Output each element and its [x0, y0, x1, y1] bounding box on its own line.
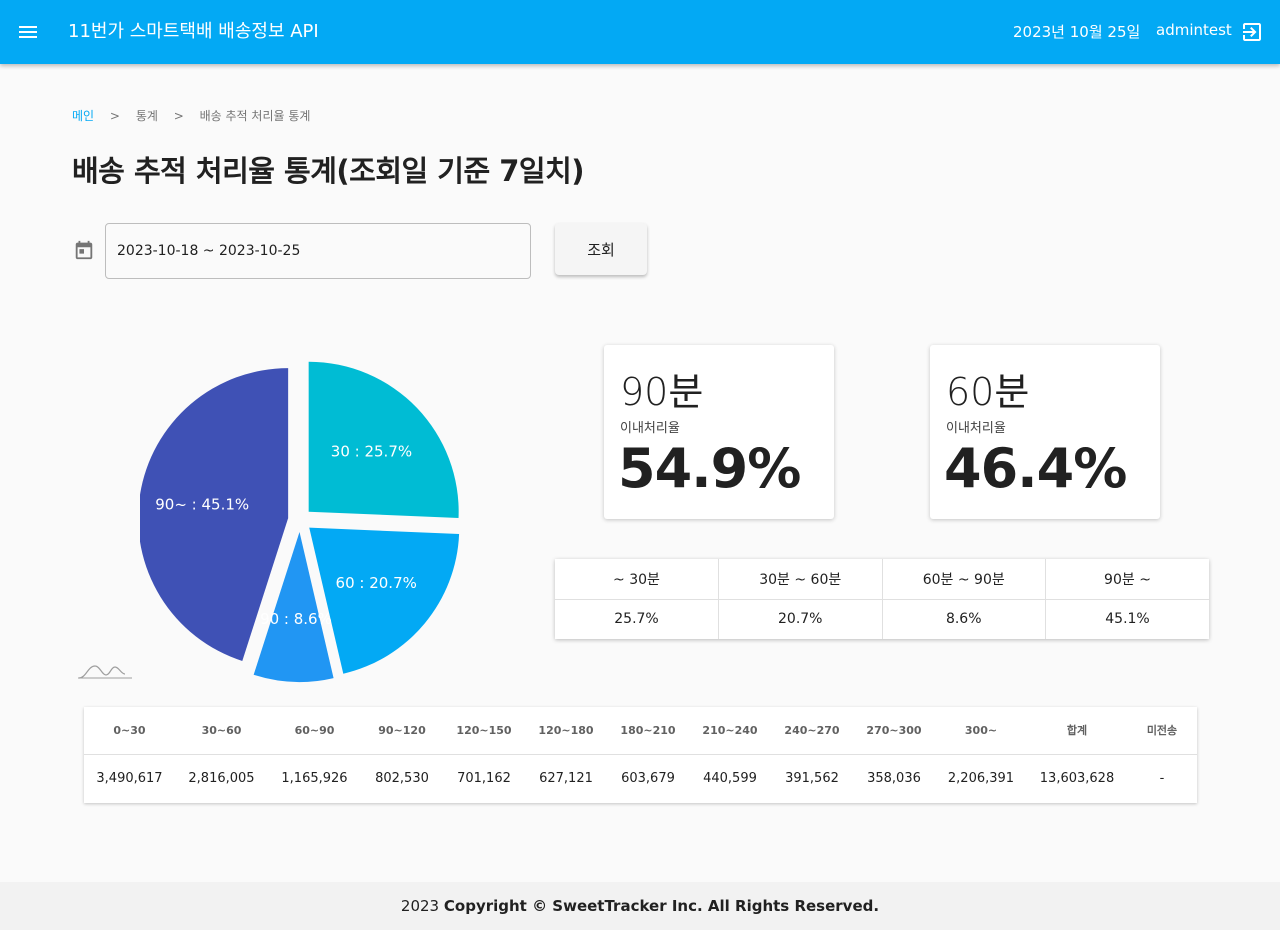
- header-date: 2023년 10월 25일: [1013, 23, 1141, 41]
- breadcrumb-stats: 통계: [135, 109, 158, 123]
- column-header: 60~90: [268, 707, 361, 755]
- table-header-row: ~ 30분 30분 ~ 60분 60분 ~ 90분 90분 ~: [555, 559, 1209, 600]
- table-cell: 603,679: [621, 771, 675, 787]
- range-value: 45.1%: [1105, 611, 1150, 628]
- table-cell: -: [1159, 771, 1165, 787]
- card-subtitle: 이내처리율: [620, 421, 680, 436]
- table-cell: 358,036: [867, 771, 921, 787]
- card-subtitle: 이내처리율: [946, 421, 1006, 436]
- table-cell: 13,603,628: [1039, 771, 1115, 787]
- app-bar: 11번가 스마트택배 배송정보 API 2023년 10월 25일 admint…: [0, 0, 1280, 64]
- pie-slice-label: 90 : 8.6%: [260, 610, 332, 628]
- range-rate-table: ~ 30분 30분 ~ 60분 60분 ~ 90분 90분 ~ 25.7% 20…: [555, 559, 1209, 639]
- delivery-stats-table: 0~30 30~60 60~90 90~120 120~150 120~180 …: [84, 707, 1197, 803]
- column-header: 120~180: [525, 707, 607, 755]
- pie-slice[interactable]: [309, 527, 460, 674]
- card-percent: 54.9%: [618, 437, 801, 500]
- date-range-input[interactable]: [105, 223, 531, 279]
- calendar-icon[interactable]: [73, 239, 95, 261]
- card-minutes: 60분: [946, 370, 1030, 414]
- table-cell: 391,562: [785, 771, 839, 787]
- pie-chart: 30 : 25.7% 60 : 20.7%90 : 8.6% 90~ : 45.1%: [140, 361, 460, 682]
- breadcrumb: 메인 > 통계 > 배송 추적 처리율 통계: [72, 107, 310, 124]
- column-header: 합계: [1027, 707, 1127, 755]
- footer-year: 2023: [400, 897, 440, 915]
- pie-slice-label: 30 : 25.7%: [331, 442, 412, 460]
- app-title: 11번가 스마트택배 배송정보 API: [68, 21, 319, 42]
- footer-copyright: Copyright © SweetTracker Inc. All Rights…: [443, 897, 880, 915]
- pie-slice-label: 90~ : 45.1%: [155, 496, 249, 514]
- table-cell: 2,816,005: [188, 771, 255, 787]
- table-cell: 3,490,617: [96, 771, 163, 787]
- logout-icon[interactable]: [1240, 20, 1264, 44]
- chart-mini-legend-icon: [78, 665, 132, 679]
- range-header: 30분 ~ 60분: [718, 559, 883, 600]
- table-header-row: 0~30 30~60 60~90 90~120 120~150 120~180 …: [84, 707, 1197, 755]
- range-value: 20.7%: [718, 599, 883, 639]
- rate-card-60: 60분 이내처리율 46.4%: [930, 345, 1160, 519]
- breadcrumb-separator: >: [173, 109, 184, 123]
- breadcrumb-separator: >: [109, 109, 120, 123]
- column-header: 120~150: [443, 707, 525, 755]
- rate-card-90: 90분 이내처리율 54.9%: [604, 345, 834, 519]
- column-header: 0~30: [84, 707, 175, 755]
- table-cell: 1,165,926: [281, 771, 348, 787]
- range-header: ~ 30분: [555, 559, 719, 600]
- table-cell: 440,599: [703, 771, 757, 787]
- menu-icon[interactable]: [16, 20, 40, 44]
- column-header: 210~240: [689, 707, 771, 755]
- table-row: 3,490,617 2,816,005 1,165,926 802,530 70…: [84, 754, 1197, 803]
- pie-slice-label: 60 : 20.7%: [336, 574, 417, 592]
- table-cell: 701,162: [457, 771, 511, 787]
- pie-slice[interactable]: [308, 361, 459, 519]
- column-header: 90~120: [361, 707, 443, 755]
- column-header: 미전송: [1127, 707, 1197, 755]
- table-cell: 627,121: [539, 771, 593, 787]
- column-header: 180~210: [607, 707, 689, 755]
- range-value: 25.7%: [555, 599, 719, 639]
- breadcrumb-home-link[interactable]: 메인: [72, 109, 94, 123]
- header-username[interactable]: admintest: [1156, 21, 1232, 39]
- footer: 2023 Copyright © SweetTracker Inc. All R…: [0, 882, 1280, 930]
- table-cell: 802,530: [375, 771, 429, 787]
- card-minutes: 90분: [620, 370, 704, 414]
- search-button[interactable]: 조회: [555, 223, 647, 275]
- column-header: 300~: [935, 707, 1027, 755]
- table-row: 25.7% 20.7% 8.6% 45.1%: [555, 599, 1209, 639]
- range-value: 8.6%: [882, 599, 1046, 639]
- breadcrumb-current: 배송 추적 처리율 통계: [199, 109, 311, 123]
- column-header: 240~270: [771, 707, 853, 755]
- table-cell: 2,206,391: [947, 771, 1015, 787]
- range-header: 60분 ~ 90분: [882, 559, 1046, 600]
- range-header: 90분 ~: [1045, 559, 1209, 600]
- column-header: 270~300: [853, 707, 935, 755]
- card-percent: 46.4%: [944, 437, 1127, 500]
- page-title: 배송 추적 처리율 통계(조회일 기준 7일치): [72, 154, 585, 188]
- column-header: 30~60: [175, 707, 268, 755]
